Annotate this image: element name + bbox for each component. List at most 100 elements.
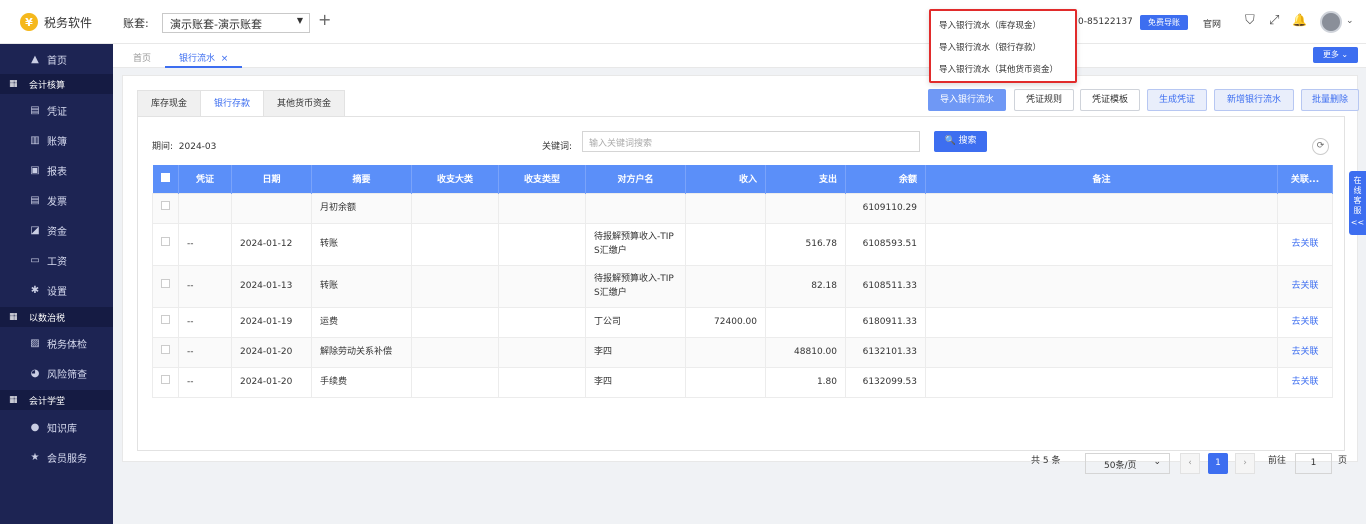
cell-type (498, 222, 586, 266)
current-page[interactable]: 1 (1208, 453, 1228, 474)
sidebar-item-member[interactable]: ★ 会员服务 (0, 442, 113, 472)
sidebar-item-risk[interactable]: ◕ 风险筛查 (0, 358, 113, 388)
cell-party (585, 192, 686, 224)
online-service-button[interactable]: 在线客服 << (1349, 171, 1366, 235)
salary-icon: ▭ (30, 254, 40, 266)
sidebar-item-label: 风险筛查 (47, 369, 87, 381)
voucher-template-button[interactable]: 凭证模板 (1080, 89, 1140, 111)
tab-home[interactable]: 首页 (133, 51, 151, 64)
table-row: 月初余额 6109110.29 (152, 192, 1333, 224)
keyword-input[interactable]: 输入关键词搜索 (582, 131, 920, 152)
row-checkbox[interactable] (152, 366, 179, 398)
row-checkbox[interactable] (152, 264, 179, 308)
tab-cash[interactable]: 库存现金 (137, 90, 201, 117)
check-icon: ▨ (30, 337, 40, 349)
sidebar-item-salary[interactable]: ▭ 工资 (0, 245, 113, 275)
add-account-icon[interactable]: + (318, 10, 331, 29)
cell-link (1277, 192, 1333, 224)
sidebar-item-knowledge[interactable]: ● 知识库 (0, 412, 113, 442)
more-button[interactable]: 更多 ⌄ (1313, 47, 1358, 63)
sidebar-group-school: ▦ 会计学堂 (0, 390, 113, 410)
cell-category (411, 306, 499, 338)
col-note: 备注 (925, 165, 1278, 193)
voucher-icon: ▤ (30, 104, 40, 116)
tab-bank-flow[interactable]: 银行流水 × (165, 44, 243, 68)
generate-voucher-button[interactable]: 生成凭证 (1147, 89, 1207, 111)
sidebar-item-label: 工资 (47, 256, 67, 268)
sidebar-item-voucher[interactable]: ▤ 凭证 (0, 95, 113, 125)
report-icon: ▣ (30, 164, 40, 176)
menu-item-import-cash[interactable]: 导入银行流水（库存现金） (939, 19, 1041, 31)
link-button[interactable]: 去关联 (1277, 336, 1333, 368)
bell-icon[interactable]: 🔔 (1292, 13, 1307, 27)
sidebar-item-home[interactable]: ▲ 首页 (0, 44, 113, 74)
sidebar-item-label: 凭证 (47, 106, 67, 118)
menu-item-import-bank[interactable]: 导入银行流水（银行存款） (939, 41, 1041, 53)
table-row: -- 2024-01-19 运费 丁公司 72400.00 6180911.33… (152, 306, 1333, 338)
cell-note (925, 192, 1278, 224)
row-checkbox[interactable] (152, 192, 179, 224)
account-select[interactable]: 演示账套-演示账套 ▼ (162, 13, 310, 33)
sidebar-item-report[interactable]: ▣ 报表 (0, 155, 113, 185)
cell-voucher: -- (178, 264, 232, 308)
batch-delete-button[interactable]: 批量删除 (1301, 89, 1359, 111)
row-checkbox[interactable] (152, 336, 179, 368)
col-category: 收支大类 (411, 165, 499, 193)
shirt-icon[interactable]: ⛉ (1245, 13, 1255, 28)
link-button[interactable]: 去关联 (1277, 306, 1333, 338)
cell-voucher: -- (178, 366, 232, 398)
refresh-icon[interactable]: ⟳ (1312, 138, 1329, 155)
total-count: 共 5 条 (1031, 456, 1061, 466)
sidebar-item-funds[interactable]: ◪ 资金 (0, 215, 113, 245)
import-flow-button[interactable]: 导入银行流水 (928, 89, 1006, 111)
row-checkbox[interactable] (152, 306, 179, 338)
period-value: 2024-03 (178, 142, 217, 152)
search-button[interactable]: 🔍 搜索 (934, 131, 987, 152)
next-page-button[interactable]: › (1235, 453, 1255, 474)
gov-link[interactable]: 官网 (1203, 17, 1221, 30)
link-button[interactable]: 去关联 (1277, 264, 1333, 308)
cell-income (685, 264, 766, 308)
service-label: 在线客服 (1353, 176, 1362, 215)
add-flow-button[interactable]: 新增银行流水 (1214, 89, 1294, 111)
avatar[interactable] (1320, 11, 1342, 33)
invoice-icon: ▤ (30, 194, 40, 206)
logo[interactable]: ¥ 税务软件 (20, 13, 92, 31)
ledger-icon: ▥ (30, 134, 40, 146)
link-button[interactable]: 去关联 (1277, 222, 1333, 266)
cell-balance: 6132099.53 (845, 366, 926, 398)
goto-page-input[interactable]: 1 (1295, 453, 1332, 474)
close-icon[interactable]: × (221, 54, 229, 64)
keyword-label: 关键词: (542, 142, 573, 152)
cell-income: 72400.00 (685, 306, 766, 338)
gear-icon: ✱ (30, 284, 40, 296)
grid-icon: ▦ (9, 312, 18, 322)
sidebar-group-accounting: ▦ 会计核算 (0, 74, 113, 94)
row-checkbox[interactable] (152, 222, 179, 266)
sidebar-item-invoice[interactable]: ▤ 发票 (0, 185, 113, 215)
cell-expense: 82.18 (765, 264, 846, 308)
col-date: 日期 (231, 165, 312, 193)
tab-other-funds[interactable]: 其他货币资金 (263, 90, 346, 117)
sidebar-item-settings[interactable]: ✱ 设置 (0, 275, 113, 305)
sidebar-item-tax-check[interactable]: ▨ 税务体检 (0, 328, 113, 358)
prev-page-button[interactable]: ‹ (1180, 453, 1200, 474)
cell-party: 待报解预算收入-TIPS汇缴户 (585, 222, 686, 266)
tab-bank-deposit[interactable]: 银行存款 (200, 90, 264, 117)
free-guide-button[interactable]: 免费导账 (1140, 15, 1188, 30)
cell-summary: 解除劳动关系补偿 (311, 336, 412, 368)
expand-icon[interactable]: ⤢ (1269, 13, 1279, 28)
voucher-rule-button[interactable]: 凭证规则 (1014, 89, 1074, 111)
sidebar-group-label: 以数治税 (29, 313, 66, 324)
sidebar-item-label: 首页 (47, 55, 67, 67)
menu-item-import-other[interactable]: 导入银行流水（其他货币资金） (939, 63, 1058, 75)
page-size-select[interactable]: 50条/页 ⌄ (1085, 453, 1170, 474)
pin-icon: ● (30, 421, 40, 433)
risk-icon: ◕ (30, 367, 40, 379)
cell-date: 2024-01-12 (231, 222, 312, 266)
sidebar-item-ledger[interactable]: ▥ 账簿 (0, 125, 113, 155)
chevron-down-icon[interactable]: ⌄ (1346, 16, 1354, 26)
cell-income (685, 192, 766, 224)
select-all-checkbox[interactable] (152, 165, 179, 193)
link-button[interactable]: 去关联 (1277, 366, 1333, 398)
